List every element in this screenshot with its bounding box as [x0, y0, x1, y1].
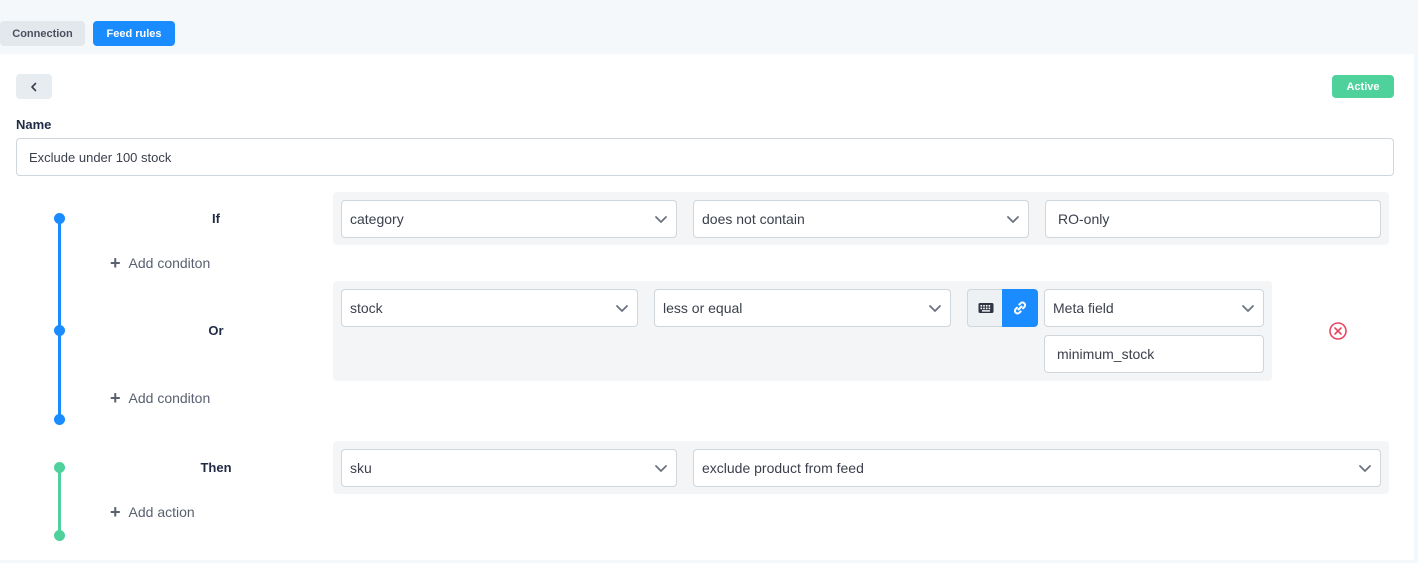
timeline-dot	[54, 530, 65, 541]
or-operator-select[interactable]: less or equal	[654, 289, 951, 327]
keyboard-icon	[978, 303, 993, 313]
add-action-label: Add action	[128, 504, 195, 520]
manual-value-button[interactable]	[967, 289, 1003, 327]
timeline-dot	[54, 414, 65, 425]
tab-feed-rules[interactable]: Feed rules	[93, 21, 175, 46]
chevron-down-icon	[616, 305, 628, 312]
add-condition-button[interactable]: + Add conditon	[110, 389, 210, 407]
action-type-value: exclude product from feed	[702, 460, 864, 476]
timeline-dot	[54, 325, 65, 336]
if-label: If	[212, 211, 220, 226]
or-value-input[interactable]: minimum_stock	[1044, 335, 1264, 373]
remove-circle-icon	[1329, 322, 1347, 340]
if-value-input[interactable]: RO-only	[1045, 200, 1381, 238]
tab-connection[interactable]: Connection	[0, 21, 85, 46]
then-label: Then	[200, 460, 232, 475]
link-icon	[1013, 301, 1027, 315]
linked-value-button[interactable]	[1002, 289, 1038, 327]
or-field-value: stock	[350, 300, 383, 316]
remove-condition-button[interactable]	[1328, 321, 1348, 341]
back-button[interactable]	[16, 74, 52, 99]
plus-icon: +	[110, 502, 121, 522]
chevron-down-icon	[1007, 216, 1019, 223]
or-value-type-value: Meta field	[1053, 300, 1114, 316]
chevron-down-icon	[1242, 305, 1254, 312]
if-operator-select[interactable]: does not contain	[693, 200, 1029, 238]
or-label: Or	[208, 323, 224, 338]
add-condition-label: Add conditon	[128, 390, 211, 406]
name-input[interactable]	[16, 138, 1394, 176]
plus-icon: +	[110, 388, 121, 408]
or-operator-value: less or equal	[663, 300, 743, 316]
action-field-select[interactable]: sku	[341, 449, 677, 487]
chevron-left-icon	[31, 82, 37, 91]
actions-timeline	[58, 467, 61, 535]
status-badge[interactable]: Active	[1332, 75, 1394, 98]
or-value-text: minimum_stock	[1057, 346, 1155, 362]
if-operator-value: does not contain	[702, 211, 805, 227]
plus-icon: +	[110, 253, 121, 273]
action-field-value: sku	[350, 460, 372, 476]
chevron-down-icon	[929, 305, 941, 312]
add-condition-button[interactable]: + Add conditon	[110, 254, 210, 272]
if-field-value: category	[350, 211, 404, 227]
timeline-dot	[54, 213, 65, 224]
if-field-select[interactable]: category	[341, 200, 677, 238]
or-value-type-select[interactable]: Meta field	[1044, 289, 1264, 327]
chevron-down-icon	[655, 216, 667, 223]
add-action-button[interactable]: + Add action	[110, 503, 195, 521]
if-value-text: RO-only	[1058, 211, 1110, 227]
name-label: Name	[16, 117, 52, 132]
timeline-dot	[54, 462, 65, 473]
action-type-select[interactable]: exclude product from feed	[693, 449, 1381, 487]
conditions-timeline	[58, 218, 61, 420]
chevron-down-icon	[655, 465, 667, 472]
add-condition-label: Add conditon	[128, 255, 211, 271]
or-field-select[interactable]: stock	[341, 289, 638, 327]
chevron-down-icon	[1359, 465, 1371, 472]
